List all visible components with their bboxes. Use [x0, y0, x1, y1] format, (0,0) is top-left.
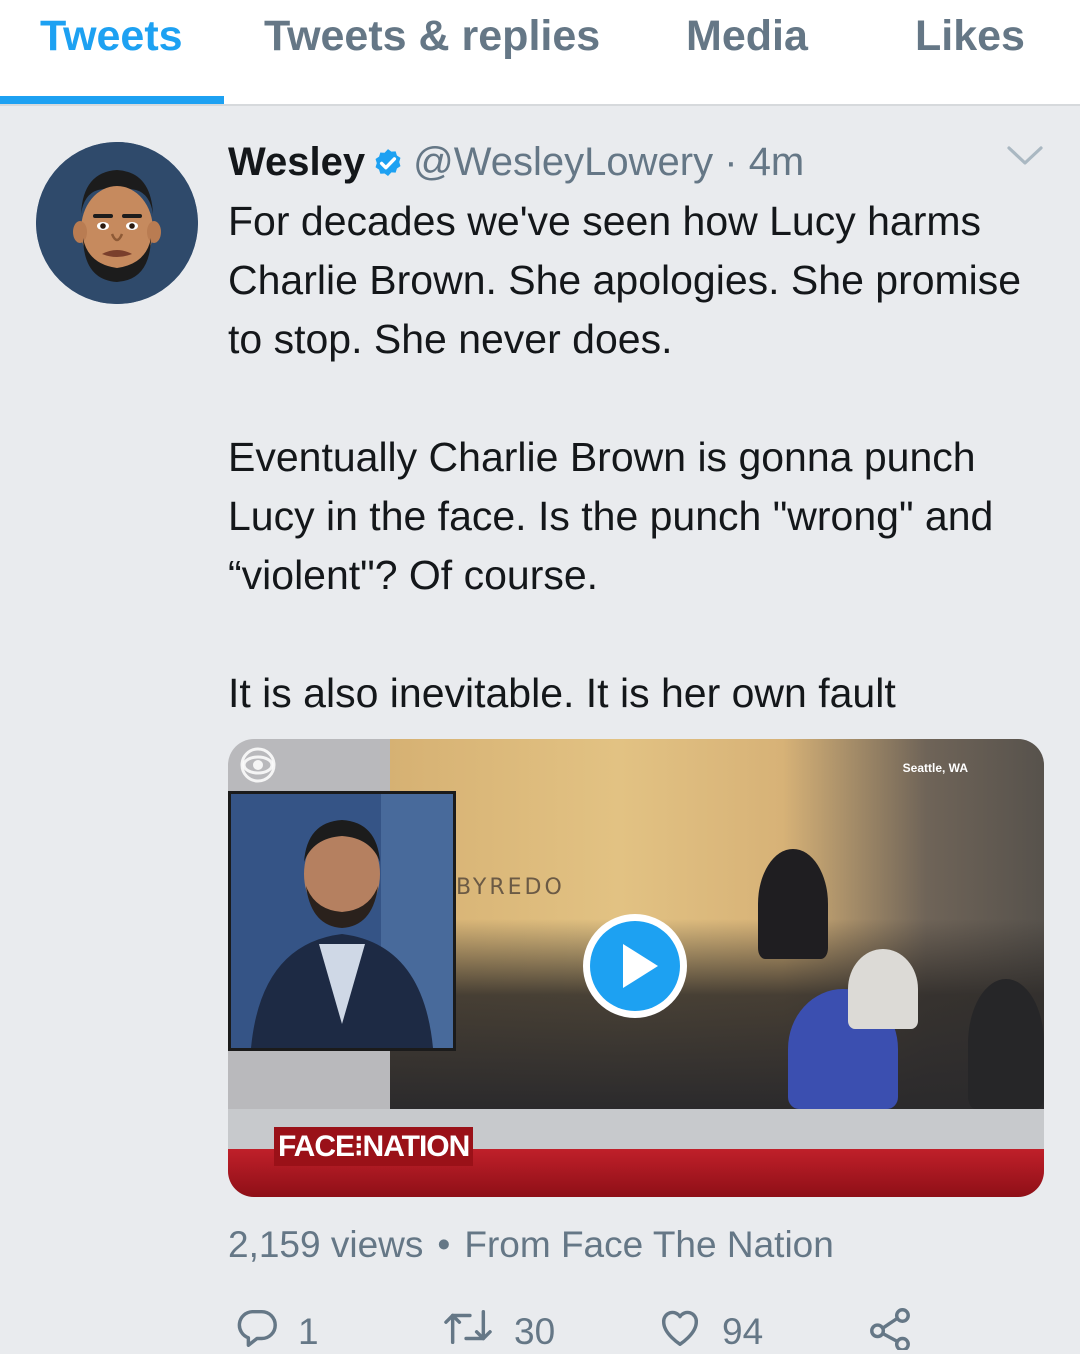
tab-tweets-and-replies[interactable]: Tweets & replies: [264, 10, 600, 70]
view-count: 2,159 views: [228, 1224, 424, 1265]
verified-badge-icon: [371, 140, 405, 196]
anchor-inset: [228, 791, 456, 1051]
tweet-paragraph: Eventually Charlie Brown is gonna punch …: [228, 434, 994, 598]
meta-dot: •: [437, 1224, 451, 1265]
show-logo: FACE⁝NATION: [274, 1127, 474, 1166]
share-button[interactable]: [866, 1304, 932, 1354]
video-crowd: [390, 919, 1044, 1109]
like-button[interactable]: 94: [656, 1304, 763, 1354]
tweet[interactable]: Wesley @WesleyLowery · 4m For decades we'…: [0, 106, 1080, 1352]
chevron-down-icon[interactable]: [1006, 144, 1044, 173]
tweet-paragraph: It is also inevitable. It is her own fau…: [228, 670, 896, 716]
retweet-icon: [444, 1309, 492, 1345]
location-tag: Seattle, WA: [902, 761, 968, 775]
reply-icon: [237, 1309, 277, 1347]
timestamp[interactable]: 4m: [749, 140, 805, 184]
store-sign: BYREDO: [456, 875, 565, 900]
white-hood-figure: [848, 949, 918, 1029]
like-icon: [661, 1310, 699, 1346]
avatar-illustration: [36, 142, 198, 304]
reply-button[interactable]: 1: [234, 1304, 319, 1354]
like-count: 94: [722, 1311, 764, 1352]
cbs-eye-icon: [240, 747, 276, 788]
tweet-paragraph: For decades we've seen how Lucy harms Ch…: [228, 198, 1022, 362]
header-separator: ·: [724, 140, 738, 184]
tab-likes[interactable]: Likes: [915, 10, 1025, 70]
retweet-button[interactable]: 30: [440, 1304, 555, 1354]
tab-media[interactable]: Media: [686, 10, 808, 70]
dark-figure: [968, 979, 1044, 1109]
display-name[interactable]: Wesley: [228, 140, 365, 184]
reply-count: 1: [298, 1311, 319, 1352]
retweet-count: 30: [514, 1311, 556, 1352]
tab-tweets[interactable]: Tweets: [40, 10, 183, 70]
tweet-header: Wesley @WesleyLowery · 4m: [228, 134, 804, 190]
dark-figure: [758, 849, 828, 959]
user-handle[interactable]: @WesleyLowery: [413, 140, 713, 184]
video-thumbnail[interactable]: BYREDO Seattle, WA FACE⁝NATION: [228, 739, 1044, 1197]
profile-tabs: Tweets Tweets & replies Media Likes: [0, 0, 1080, 106]
video-meta: 2,159 views • From Face The Nation: [228, 1224, 834, 1266]
tweet-text: For decades we've seen how Lucy harms Ch…: [228, 192, 1058, 782]
avatar[interactable]: [36, 142, 198, 304]
tweet-actions: 1 30 94: [228, 1304, 1044, 1354]
active-tab-indicator: [0, 96, 224, 104]
video-source[interactable]: From Face The Nation: [464, 1224, 833, 1265]
share-icon: [870, 1308, 910, 1352]
play-icon[interactable]: [580, 911, 690, 1021]
